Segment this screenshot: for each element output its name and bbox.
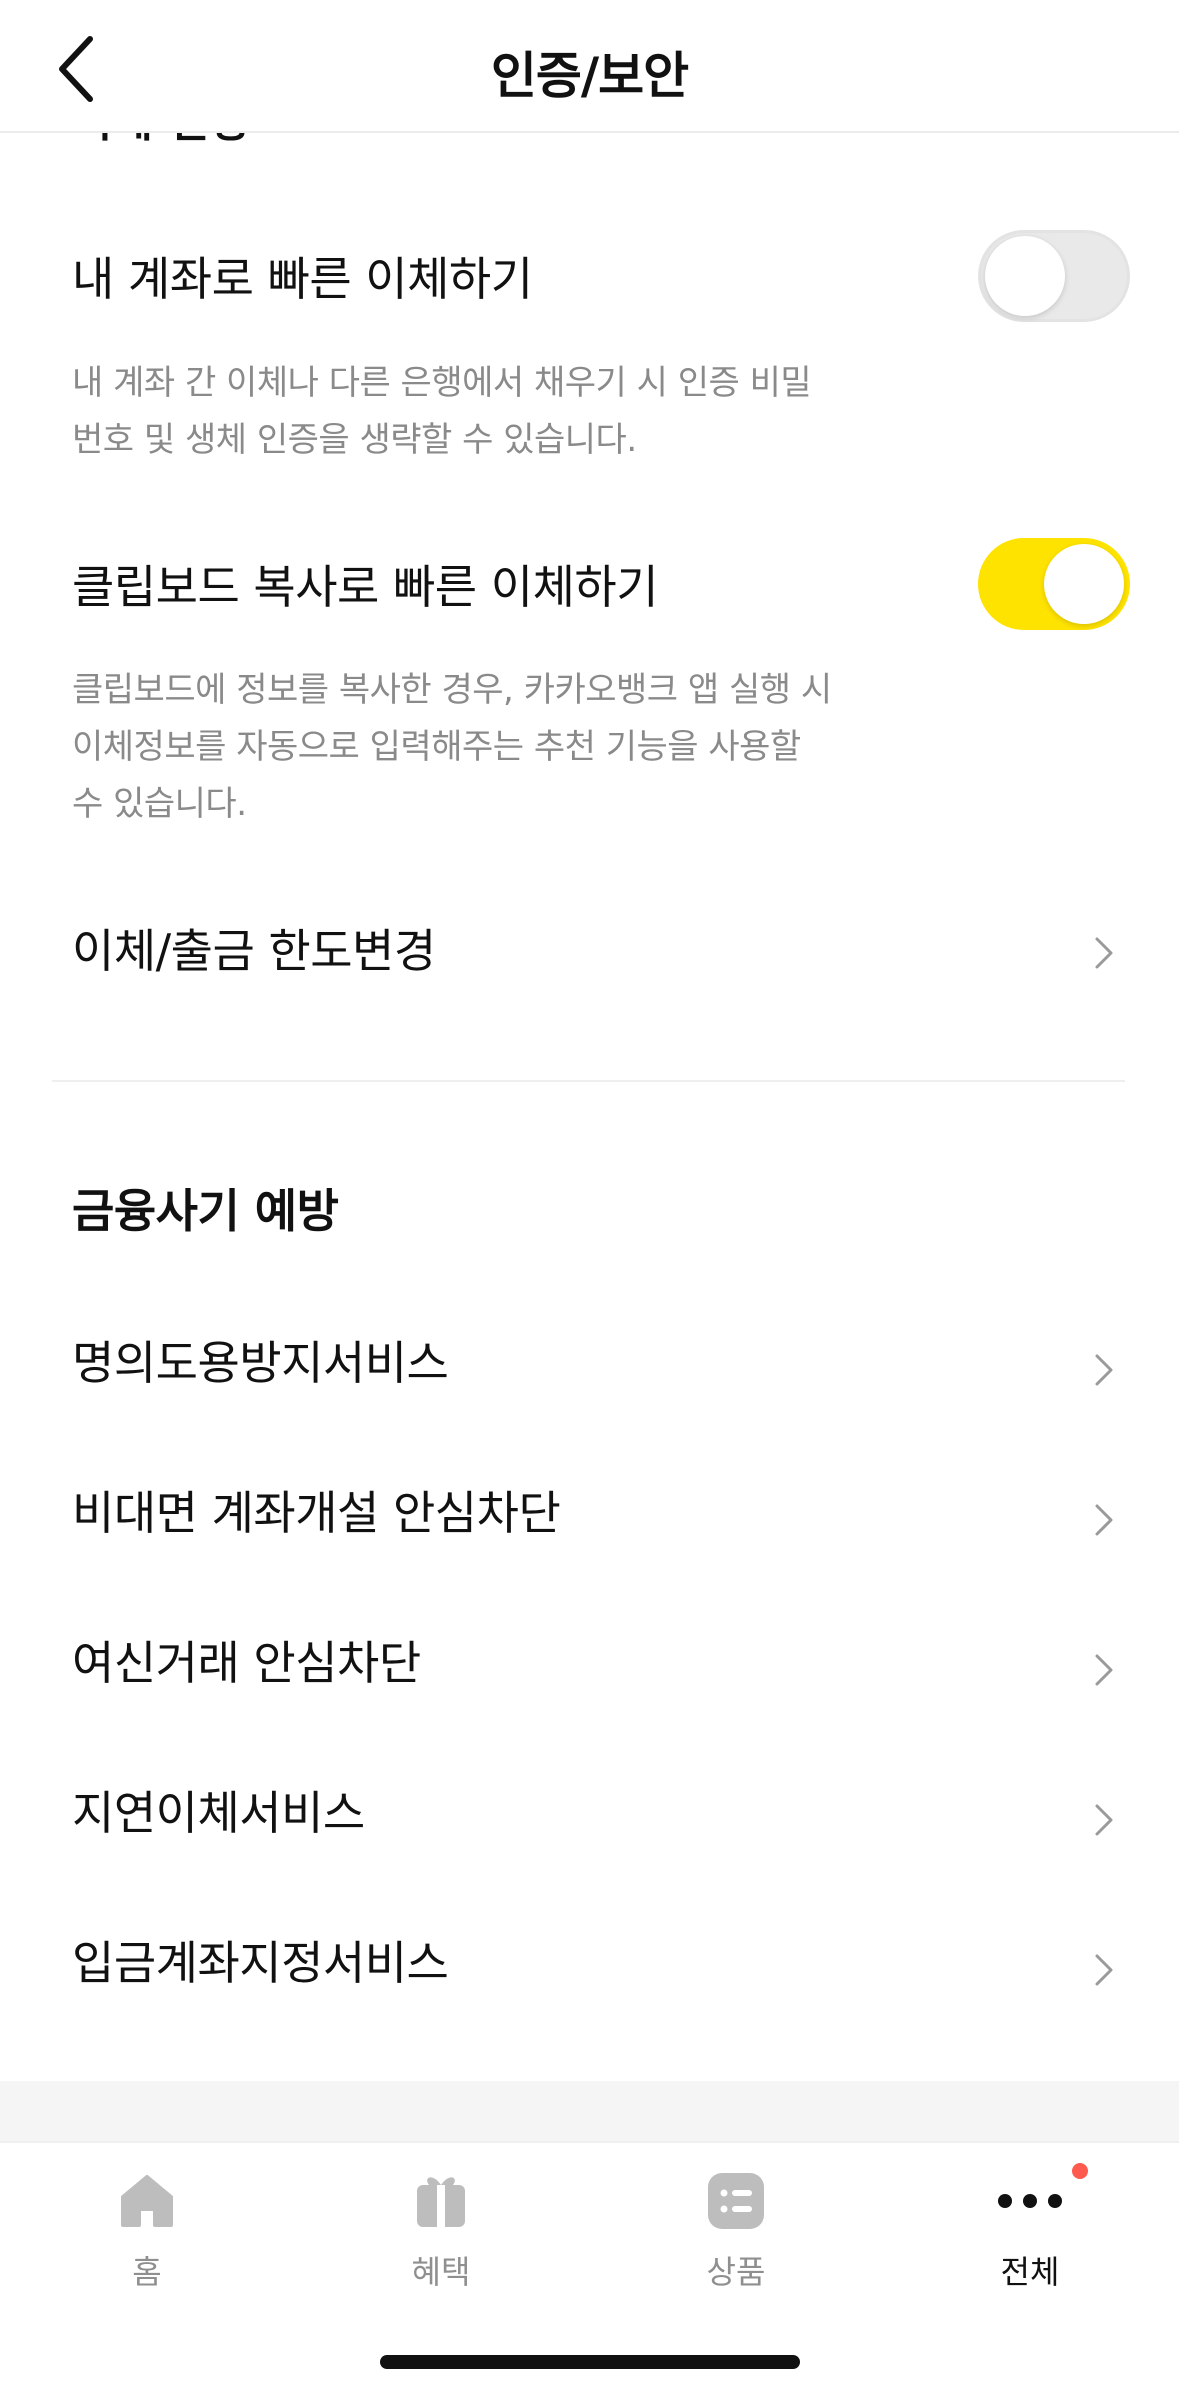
quick-own-account-description: 내 계좌 간 이체나 다른 은행에서 채우기 시 인증 비밀번호 및 생체 인증… bbox=[72, 363, 812, 460]
tab-home[interactable]: 홈 bbox=[47, 2171, 247, 2311]
fraud-item-label: 지연이체서비스 bbox=[72, 1786, 365, 1840]
fraud-item-label: 입금계좌지정서비스 bbox=[72, 1936, 449, 1990]
list-item[interactable]: 명의도용방지서비스 bbox=[0, 1310, 1179, 1410]
chevron-right-icon bbox=[1095, 1354, 1113, 1386]
tab-home-label: 홈 bbox=[132, 2253, 162, 2291]
more-icon bbox=[998, 2194, 1062, 2208]
section-divider bbox=[52, 1080, 1125, 1082]
gift-icon bbox=[417, 2177, 465, 2227]
fraud-item-label: 여신거래 안심차단 bbox=[72, 1636, 421, 1690]
fraud-item-label: 명의도용방지서비스 bbox=[72, 1336, 449, 1390]
clipboard-quick-row: 클립보드 복사로 빠른 이체하기 bbox=[0, 536, 1179, 636]
clipboard-quick-toggle[interactable] bbox=[978, 538, 1130, 630]
home-icon bbox=[121, 2175, 173, 2227]
limit-change-row[interactable]: 이체/출금 한도변경 bbox=[0, 895, 1179, 995]
chevron-right-icon bbox=[1095, 1954, 1113, 1986]
chevron-right-icon bbox=[1095, 937, 1113, 969]
tab-products-label: 상품 bbox=[706, 2253, 766, 2291]
chevron-right-icon bbox=[1095, 1654, 1113, 1686]
limit-change-label: 이체/출금 한도변경 bbox=[72, 924, 436, 978]
chevron-right-icon bbox=[1095, 1504, 1113, 1536]
quick-own-account-toggle[interactable] bbox=[978, 230, 1130, 322]
list-item[interactable]: 입금계좌지정서비스 bbox=[0, 1910, 1179, 2010]
chevron-right-icon bbox=[1095, 1804, 1113, 1836]
top-bar: 인증/보안 bbox=[0, 0, 1179, 133]
quick-own-account-label: 내 계좌로 빠른 이체하기 bbox=[72, 252, 533, 306]
clipboard-quick-label: 클립보드 복사로 빠른 이체하기 bbox=[72, 560, 659, 614]
list-item[interactable]: 비대면 계좌개설 안심차단 bbox=[0, 1460, 1179, 1560]
tab-all[interactable]: 전체 bbox=[930, 2163, 1130, 2311]
toggle-knob bbox=[1044, 544, 1124, 624]
section-title-fraud-prevention: 금융사기 예방 bbox=[72, 1184, 339, 1238]
notification-badge bbox=[1072, 2163, 1088, 2179]
content-bottom-band bbox=[0, 2081, 1179, 2141]
tab-products[interactable]: 상품 bbox=[636, 2171, 836, 2311]
list-item[interactable]: 지연이체서비스 bbox=[0, 1760, 1179, 1860]
home-indicator bbox=[380, 2355, 800, 2369]
list-icon bbox=[708, 2173, 764, 2229]
tab-benefits[interactable]: 혜택 bbox=[341, 2171, 541, 2311]
quick-own-account-row: 내 계좌로 빠른 이체하기 bbox=[0, 228, 1179, 328]
clipboard-quick-description: 클립보드에 정보를 복사한 경우, 카카오뱅크 앱 실행 시 이체정보를 자동으… bbox=[72, 670, 832, 824]
tab-benefits-label: 혜택 bbox=[411, 2253, 471, 2291]
page-title: 인증/보안 bbox=[490, 47, 689, 105]
tab-all-label: 전체 bbox=[1000, 2253, 1060, 2291]
toggle-knob bbox=[985, 236, 1065, 316]
fraud-item-label: 비대면 계좌개설 안심차단 bbox=[72, 1486, 561, 1540]
list-item[interactable]: 여신거래 안심차단 bbox=[0, 1610, 1179, 1710]
